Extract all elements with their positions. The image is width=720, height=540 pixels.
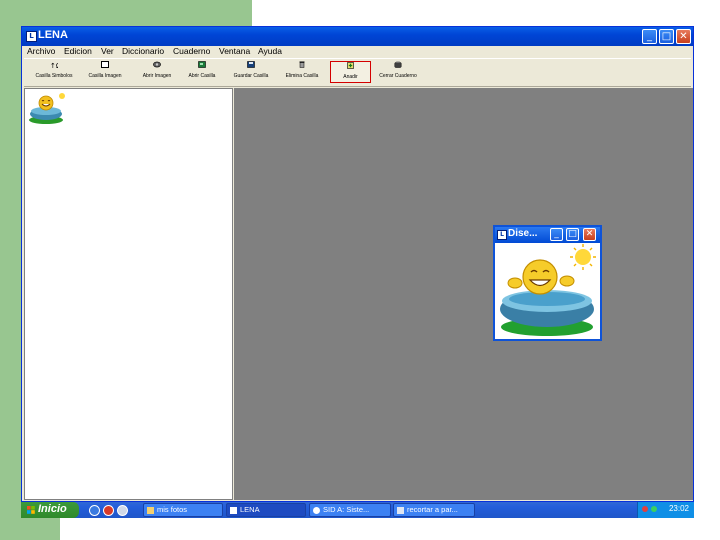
anadir-button[interactable]: Anadir bbox=[330, 61, 371, 83]
svg-text:↑Ω: ↑Ω bbox=[50, 62, 58, 68]
abrir-imagen-button[interactable]: Abrir Imagen bbox=[134, 61, 180, 83]
open-cell-icon bbox=[198, 61, 206, 68]
pool-smiley-image bbox=[500, 244, 596, 336]
image-cell-icon bbox=[101, 61, 109, 68]
menu-ventana[interactable]: Ventana bbox=[219, 46, 250, 57]
task-lena[interactable]: LENA bbox=[226, 503, 306, 517]
slide-green-left-bar bbox=[0, 0, 22, 540]
child-maximize-button[interactable]: □ bbox=[566, 228, 579, 241]
close-button[interactable]: ✕ bbox=[676, 29, 691, 44]
mdi-workspace: L Dise... _ □ ✕ bbox=[234, 88, 693, 500]
menu-archivo[interactable]: Archivo bbox=[27, 46, 55, 57]
start-label: Inicio bbox=[38, 503, 67, 515]
system-tray: 23:02 bbox=[637, 502, 694, 518]
child-minimize-button[interactable]: _ bbox=[550, 228, 563, 241]
menu-bar: Archivo Edicion Ver Diccionario Cuaderno… bbox=[22, 46, 693, 57]
task-sid[interactable]: SID A: Siste... bbox=[309, 503, 391, 517]
cerrar-cuaderno-button[interactable]: Cerrar Cuaderno bbox=[376, 61, 420, 83]
windows-logo-icon bbox=[27, 506, 35, 514]
folder-icon bbox=[147, 507, 154, 514]
add-icon bbox=[346, 62, 354, 69]
child-window-design: L Dise... _ □ ✕ bbox=[493, 225, 602, 341]
close-notebook-icon bbox=[394, 61, 402, 68]
lena-main-window: L LENA _ □ ✕ Archivo Edicion Ver Diccion… bbox=[21, 26, 694, 502]
tray-alert-icon[interactable] bbox=[642, 506, 648, 512]
menu-ayuda[interactable]: Ayuda bbox=[258, 46, 282, 57]
child-app-icon: L bbox=[497, 230, 507, 240]
task-recortar[interactable]: recortar a par... bbox=[393, 503, 475, 517]
save-cell-icon bbox=[247, 61, 255, 68]
open-image-icon bbox=[153, 61, 161, 68]
task-mis-fotos[interactable]: mis fotos bbox=[143, 503, 223, 517]
lena-app-icon bbox=[230, 507, 237, 514]
taskbar: Inicio mis fotos LENA SID A: Siste... re… bbox=[21, 502, 694, 518]
document-icon bbox=[397, 507, 404, 514]
quick-launch-desktop-icon[interactable] bbox=[117, 505, 128, 516]
casilla-simbolos-button[interactable]: ↑Ω Casilla Simbolos bbox=[29, 61, 79, 83]
clock: 23:02 bbox=[668, 504, 689, 513]
delete-cell-icon bbox=[299, 61, 305, 68]
cell-panel bbox=[24, 88, 233, 500]
window-title: LENA bbox=[38, 29, 68, 41]
child-close-button[interactable]: ✕ bbox=[583, 228, 596, 241]
lena-app-icon: L bbox=[26, 31, 37, 42]
menu-ver[interactable]: Ver bbox=[101, 46, 114, 57]
toolbar: ↑Ω Casilla Simbolos Casilla Imagen Abrir… bbox=[24, 58, 691, 87]
guardar-casilla-button[interactable]: Guardar Casilla bbox=[229, 61, 273, 83]
menu-edicion[interactable]: Edicion bbox=[64, 46, 92, 57]
slide-green-bottom-block bbox=[0, 518, 60, 540]
child-window-title: Dise... bbox=[508, 228, 538, 239]
minimize-button[interactable]: _ bbox=[642, 29, 657, 44]
menu-cuaderno[interactable]: Cuaderno bbox=[173, 46, 210, 57]
tray-network-icon[interactable] bbox=[651, 506, 657, 512]
child-title-bar[interactable]: L Dise... _ □ ✕ bbox=[495, 227, 600, 243]
child-image-area bbox=[495, 243, 600, 339]
quick-launch-ie-icon[interactable] bbox=[89, 505, 100, 516]
abrir-casilla-button[interactable]: Abrir Casilla bbox=[182, 61, 222, 83]
pool-smiley-thumbnail[interactable] bbox=[28, 92, 66, 125]
casilla-imagen-button[interactable]: Casilla Imagen bbox=[82, 61, 128, 83]
symbol-cell-icon: ↑Ω bbox=[50, 62, 58, 68]
maximize-button[interactable]: □ bbox=[659, 29, 674, 44]
slide-green-top-bar bbox=[0, 0, 252, 28]
title-bar[interactable]: L LENA _ □ ✕ bbox=[22, 27, 693, 46]
start-button[interactable]: Inicio bbox=[21, 502, 79, 518]
elimina-casilla-button[interactable]: Elimina Casilla bbox=[282, 61, 322, 83]
quick-launch-media-icon[interactable] bbox=[103, 505, 114, 516]
menu-diccionario[interactable]: Diccionario bbox=[122, 46, 164, 57]
browser-icon bbox=[313, 507, 320, 514]
